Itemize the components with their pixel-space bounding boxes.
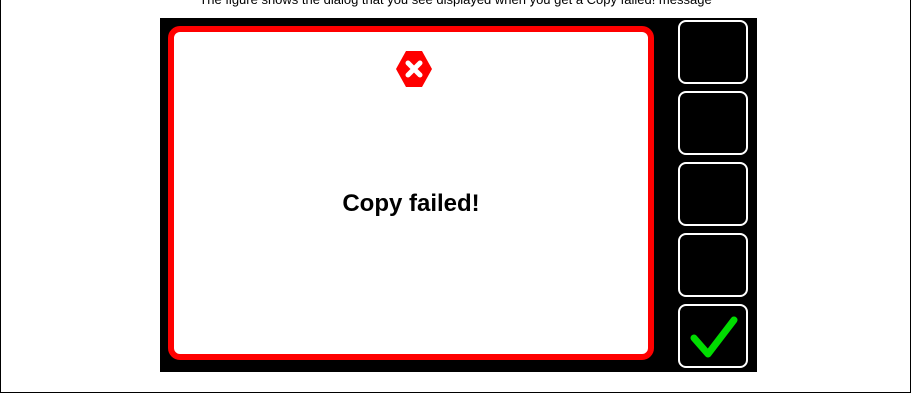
ok-softkey[interactable] (678, 304, 748, 368)
error-x-icon (396, 51, 432, 87)
softkey-4[interactable] (678, 233, 748, 297)
checkmark-icon (690, 316, 738, 358)
softkey-2[interactable] (678, 91, 748, 155)
softkey-column (678, 20, 750, 370)
figure-caption: The figure shows the dialog that you see… (0, 0, 911, 9)
device-screen: Copy failed! (160, 18, 757, 372)
error-dialog: Copy failed! (168, 26, 654, 360)
softkey-1[interactable] (678, 20, 748, 84)
softkey-3[interactable] (678, 162, 748, 226)
dialog-message: Copy failed! (342, 190, 480, 217)
